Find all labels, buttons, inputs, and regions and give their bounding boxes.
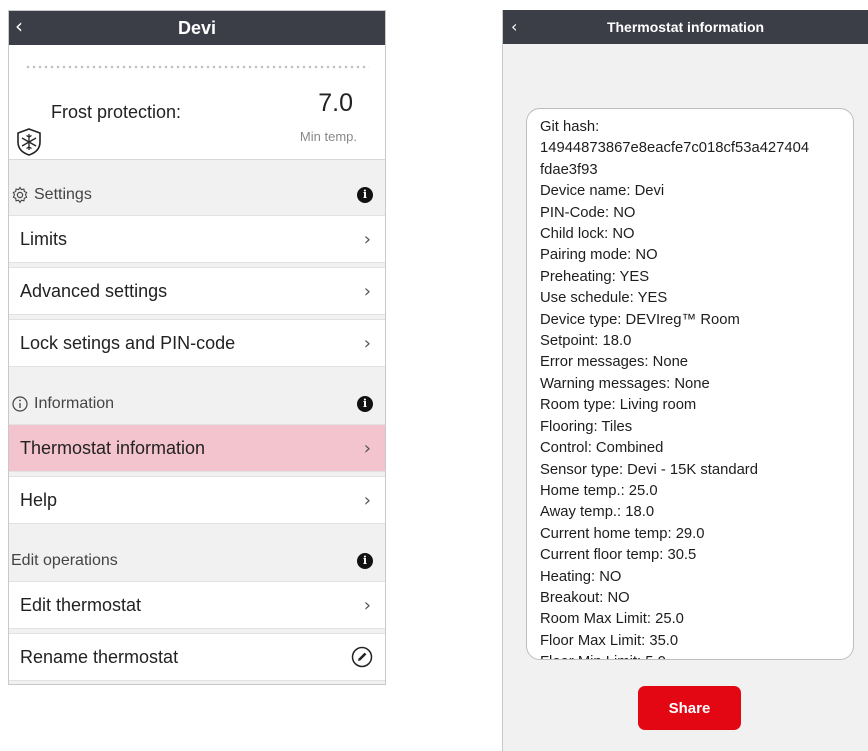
devi-settings-screen: ‹ Devi Frost protection: 7.0 Min temp. S…	[8, 10, 386, 685]
row-limits[interactable]: Limits ›	[9, 215, 385, 263]
info-line: Current home temp: 29.0	[540, 525, 705, 542]
info-line: Preheating: YES	[540, 268, 650, 285]
info-line: Room type: Living room	[540, 397, 697, 414]
thermostat-information-screen: ‹ Thermostat information Git hash: 149448…	[502, 10, 868, 751]
nav-bar: ‹ Devi	[9, 11, 385, 45]
gear-icon	[11, 186, 29, 204]
chevron-right-icon: ›	[363, 229, 371, 250]
information-info-icon[interactable]: i	[357, 396, 373, 412]
info-line: PIN-Code: NO	[540, 204, 636, 221]
info-line: Device name: Devi	[540, 183, 665, 200]
settings-info-icon[interactable]: i	[357, 187, 373, 203]
info-line: Device type: DEVIreg™ Room	[540, 311, 740, 328]
section-settings-label: Settings	[34, 186, 92, 203]
row-thermostat-information-label: Thermostat information	[20, 437, 206, 458]
info-line: Heating: NO	[540, 568, 622, 585]
section-edit-label: Edit operations	[11, 552, 118, 569]
info-circle-icon	[11, 395, 29, 413]
frost-protection-label: Frost protection:	[51, 102, 182, 122]
frost-protection-value[interactable]: 7.0	[318, 89, 353, 118]
row-help-label: Help	[20, 489, 58, 510]
info-line: Error messages: None	[540, 354, 689, 371]
chevron-right-icon: ›	[363, 333, 371, 354]
dotted-divider	[25, 65, 369, 69]
section-information-label: Information	[34, 395, 115, 412]
nav-bar: ‹ Thermostat information	[503, 10, 868, 44]
row-limits-label: Limits	[20, 228, 68, 249]
pencil-icon[interactable]	[351, 646, 373, 668]
chevron-left-icon[interactable]: ‹	[511, 16, 517, 38]
row-lock-settings[interactable]: Lock setings and PIN-code ›	[9, 319, 385, 367]
info-line: Away temp.: 18.0	[540, 504, 655, 521]
share-button[interactable]: Share	[638, 686, 741, 730]
info-line: Sensor type: Devi - 15K standard	[540, 461, 758, 478]
row-edit-thermostat[interactable]: Edit thermostat ›	[9, 581, 385, 629]
chevron-right-icon: ›	[363, 595, 371, 616]
snowflake-shield-icon	[17, 128, 41, 156]
section-edit-header: Edit operations i	[9, 541, 385, 581]
chevron-right-icon: ›	[363, 438, 371, 459]
row-edit-thermostat-label: Edit thermostat	[20, 594, 142, 615]
edit-info-icon[interactable]: i	[357, 553, 373, 569]
info-line: Flooring: Tiles	[540, 418, 633, 435]
section-information-header: Information i	[9, 384, 385, 424]
info-line: Floor Min Limit: 5.0	[540, 652, 843, 659]
row-lock-settings-label: Lock setings and PIN-code	[20, 332, 236, 353]
info-line: Child lock: NO	[540, 226, 635, 243]
info-line: 14944873867e8eacfe7c018cf53a427404	[540, 140, 810, 157]
info-line: Control: Combined	[540, 440, 664, 457]
thermostat-info-textbox[interactable]: Git hash: 14944873867e8eacfe7c018cf53a427…	[526, 108, 854, 660]
row-rename-thermostat[interactable]: Rename thermostat	[9, 633, 385, 681]
section-settings-header: Settings i	[9, 175, 385, 215]
chevron-right-icon: ›	[363, 281, 371, 302]
info-line: fdae3f93	[540, 161, 598, 178]
row-advanced-settings[interactable]: Advanced settings ›	[9, 267, 385, 315]
info-line: Floor Max Limit: 35.0	[540, 632, 679, 649]
info-line: Current floor temp: 30.5	[540, 547, 697, 564]
chevron-left-icon[interactable]: ‹	[15, 15, 23, 37]
row-rename-thermostat-label: Rename thermostat	[20, 646, 179, 667]
info-line: Use schedule: YES	[540, 290, 668, 307]
info-line: Git hash:	[540, 119, 600, 135]
info-line: Room Max Limit: 25.0	[540, 611, 684, 628]
page-title: Thermostat information	[606, 19, 765, 35]
row-thermostat-information[interactable]: Thermostat information ›	[9, 424, 385, 472]
info-line: Setpoint: 18.0	[540, 333, 632, 350]
info-line: Warning messages: None	[540, 375, 710, 392]
min-temp-label: Min temp.	[299, 129, 357, 144]
row-advanced-settings-label: Advanced settings	[20, 280, 168, 301]
row-help[interactable]: Help ›	[9, 476, 385, 524]
info-line: Home temp.: 25.0	[540, 482, 658, 499]
info-line: Pairing mode: NO	[540, 247, 658, 264]
chevron-right-icon: ›	[363, 490, 371, 511]
page-title: Devi	[177, 17, 217, 38]
info-line: Breakout: NO	[540, 589, 630, 606]
